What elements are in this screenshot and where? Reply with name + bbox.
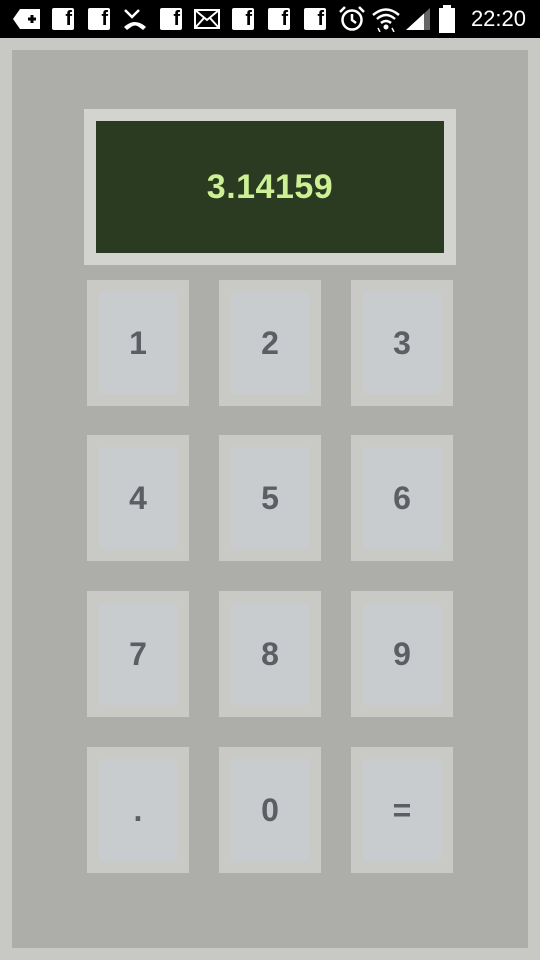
facebook-icon: f — [268, 8, 290, 30]
key-8[interactable]: 8 — [219, 591, 321, 717]
key-0[interactable]: 0 — [219, 747, 321, 873]
wifi-icon — [372, 6, 400, 32]
signal-icon — [404, 6, 432, 32]
key-6[interactable]: 6 — [351, 435, 453, 561]
add-icon — [12, 6, 42, 32]
key-label: = — [363, 759, 441, 861]
calculator-display: 3.14159 — [96, 121, 444, 253]
key-label: 2 — [231, 292, 309, 394]
alarm-icon — [338, 6, 366, 32]
key-1[interactable]: 1 — [87, 280, 189, 406]
key-5[interactable]: 5 — [219, 435, 321, 561]
facebook-icon: f — [52, 8, 74, 30]
key-label: 7 — [99, 603, 177, 705]
facebook-icon: f — [160, 8, 182, 30]
email-icon — [194, 6, 220, 32]
key-label: 6 — [363, 447, 441, 549]
key-3[interactable]: 3 — [351, 280, 453, 406]
key-4[interactable]: 4 — [87, 435, 189, 561]
key-label: 3 — [363, 292, 441, 394]
missed-call-icon — [122, 6, 148, 32]
clock: 22:20 — [470, 6, 526, 31]
facebook-icon: f — [232, 8, 254, 30]
key-decimal[interactable]: . — [87, 747, 189, 873]
key-label: 1 — [99, 292, 177, 394]
key-equals[interactable]: = — [351, 747, 453, 873]
battery-icon — [438, 5, 456, 33]
key-label: . — [99, 759, 177, 861]
key-label: 8 — [231, 603, 309, 705]
key-label: 5 — [231, 447, 309, 549]
key-9[interactable]: 9 — [351, 591, 453, 717]
facebook-icon: f — [304, 8, 326, 30]
key-label: 9 — [363, 603, 441, 705]
status-bar: f f f f f f 22:20 — [0, 0, 540, 38]
facebook-icon: f — [88, 8, 110, 30]
key-7[interactable]: 7 — [87, 591, 189, 717]
key-label: 0 — [231, 759, 309, 861]
key-label: 4 — [99, 447, 177, 549]
key-2[interactable]: 2 — [219, 280, 321, 406]
